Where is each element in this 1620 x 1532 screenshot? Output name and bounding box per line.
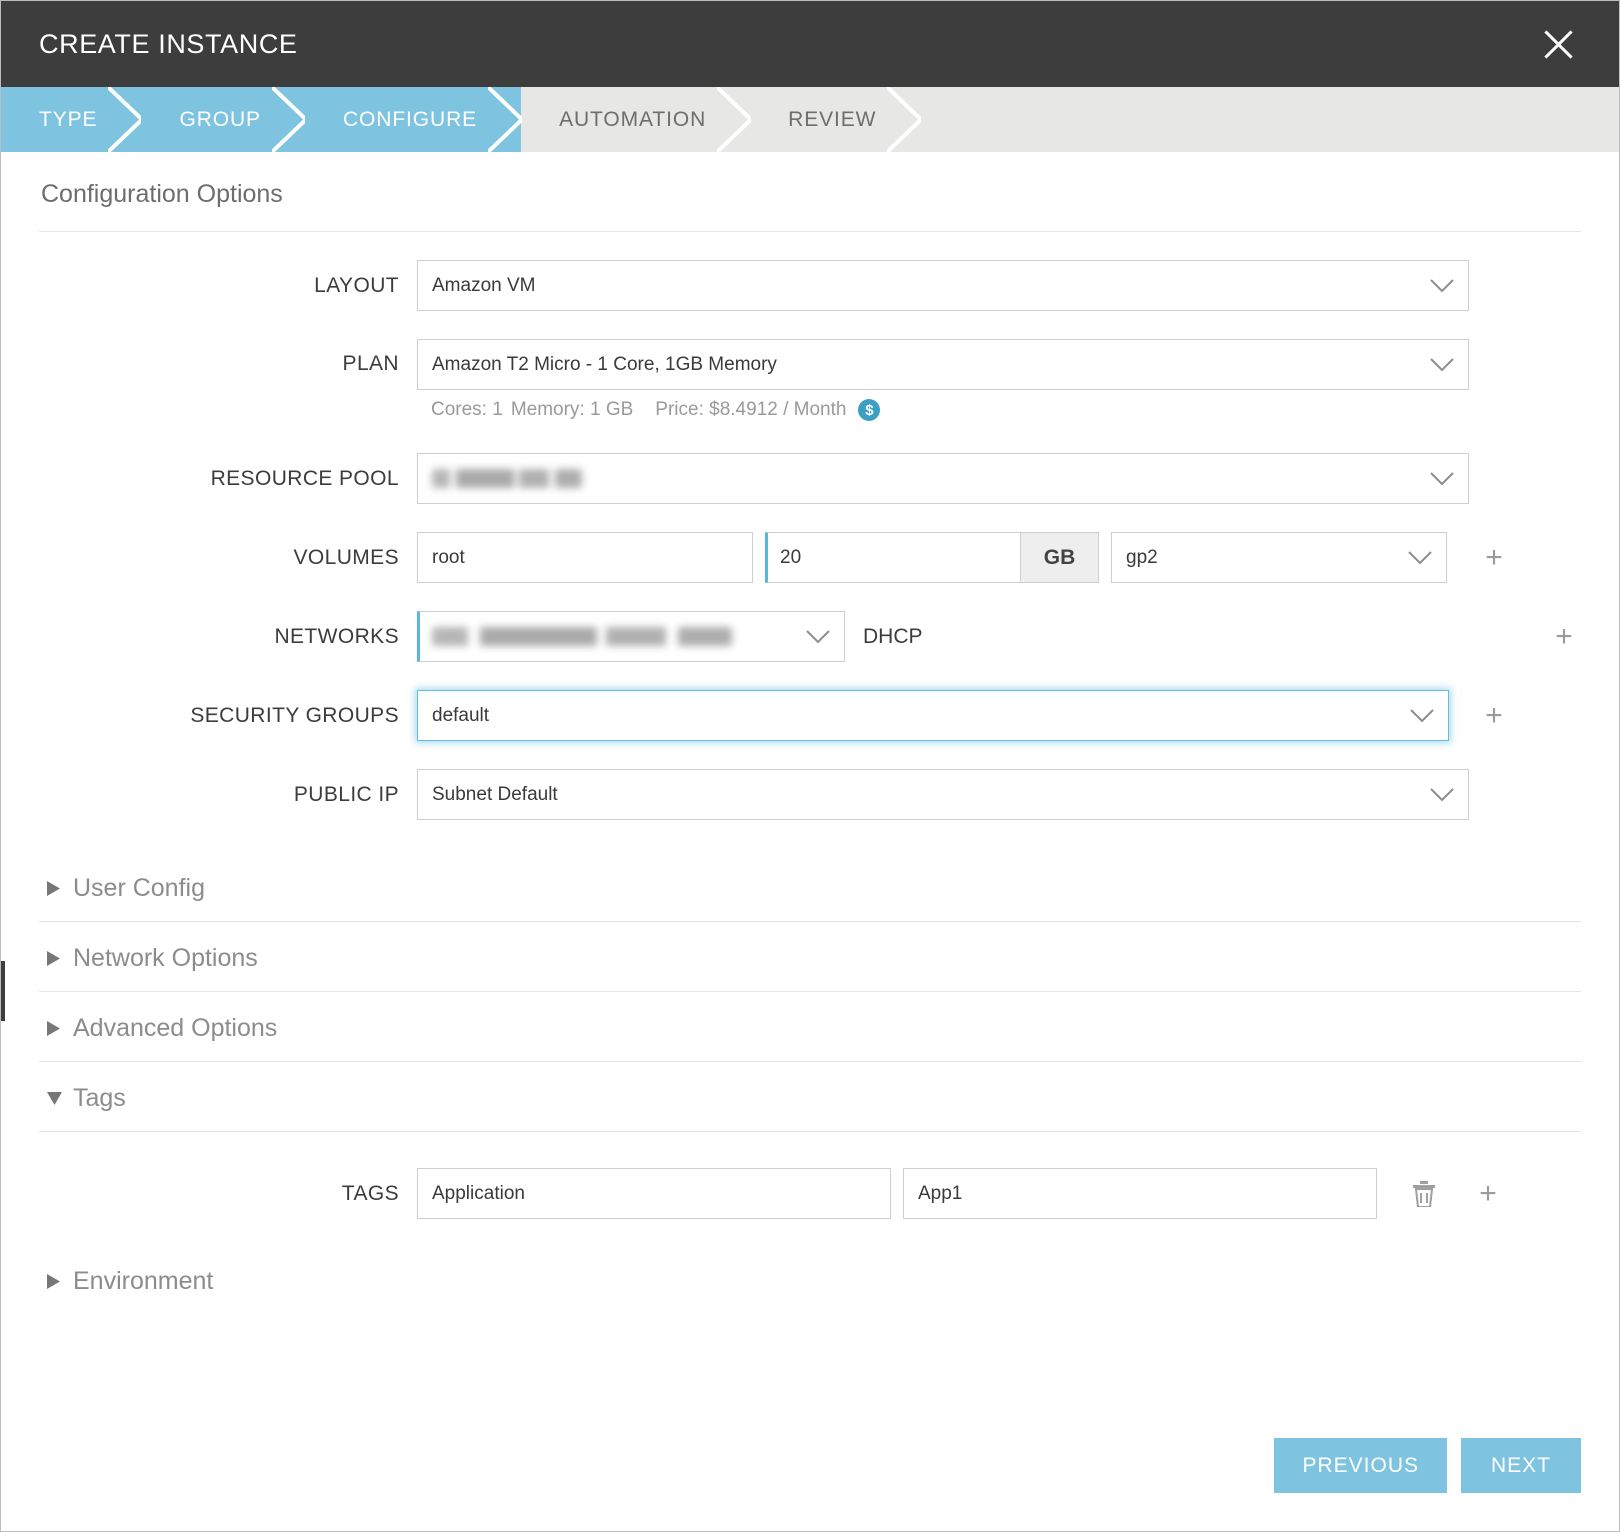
modal-footer: PREVIOUS NEXT — [1274, 1438, 1581, 1493]
step-divider-arrow — [887, 87, 921, 152]
resource-pool-label: RESOURCE POOL — [39, 467, 417, 491]
row-plan: PLAN Amazon T2 Micro - 1 Core, 1GB Memor… — [39, 339, 1581, 421]
row-layout: LAYOUT Amazon VM — [39, 260, 1581, 311]
section-advanced-options-label: Advanced Options — [73, 1014, 277, 1043]
tag-key-value: Application — [432, 1183, 525, 1205]
wizard-steps: TYPE GROUP CONFIGURE — [1, 87, 1619, 152]
tags-body: TAGS Application App1 — [39, 1132, 1581, 1219]
step-review[interactable]: REVIEW — [750, 87, 920, 152]
section-title: Configuration Options — [39, 152, 1581, 232]
step-group-label: GROUP — [179, 108, 261, 132]
chevron-down-icon — [1430, 788, 1454, 802]
network-value — [432, 627, 732, 646]
chevron-down-icon — [1430, 358, 1454, 372]
section-user-config-label: User Config — [73, 874, 205, 903]
chevron-down-icon — [1430, 472, 1454, 486]
plan-meta-cores: Cores: 1 — [431, 399, 503, 421]
network-select[interactable] — [417, 611, 845, 662]
section-environment[interactable]: Environment — [39, 1245, 1581, 1314]
modal-body: Configuration Options LAYOUT Amazon VM P… — [1, 152, 1619, 1532]
add-network-button[interactable]: + — [1547, 622, 1581, 652]
chevron-down-icon — [1410, 709, 1434, 723]
step-configure-label: CONFIGURE — [343, 108, 477, 132]
volume-size-value: 20 — [780, 547, 801, 569]
row-tags: TAGS Application App1 — [39, 1168, 1581, 1219]
security-groups-label: SECURITY GROUPS — [39, 704, 417, 728]
public-ip-select[interactable]: Subnet Default — [417, 769, 1469, 820]
close-icon[interactable] — [1535, 21, 1581, 67]
layout-label: LAYOUT — [39, 274, 417, 298]
chevron-right-icon — [47, 1274, 73, 1289]
section-tags-label: Tags — [73, 1084, 126, 1113]
networks-label: NETWORKS — [39, 625, 417, 649]
chevron-right-icon — [47, 881, 73, 896]
step-type[interactable]: TYPE — [1, 87, 141, 152]
section-environment-label: Environment — [73, 1267, 213, 1296]
volume-size-input[interactable]: 20 — [765, 532, 1021, 583]
previous-button[interactable]: PREVIOUS — [1274, 1438, 1447, 1493]
add-volume-button[interactable]: + — [1477, 543, 1511, 573]
volumes-label: VOLUMES — [39, 546, 417, 570]
step-divider-arrow — [488, 87, 522, 152]
resource-pool-select[interactable] — [417, 453, 1469, 504]
plan-value: Amazon T2 Micro - 1 Core, 1GB Memory — [432, 354, 777, 376]
network-dhcp-label: DHCP — [863, 625, 923, 649]
plan-select[interactable]: Amazon T2 Micro - 1 Core, 1GB Memory — [417, 339, 1469, 390]
step-automation[interactable]: AUTOMATION — [521, 87, 750, 152]
chevron-down-icon — [47, 1092, 73, 1105]
section-user-config[interactable]: User Config — [39, 852, 1581, 922]
modal-header: CREATE INSTANCE — [1, 1, 1619, 87]
section-network-options-label: Network Options — [73, 944, 258, 973]
plan-meta-memory: Memory: 1 GB — [511, 399, 633, 421]
add-security-group-button[interactable]: + — [1477, 701, 1511, 731]
security-groups-select[interactable]: default — [417, 690, 1449, 741]
public-ip-label: PUBLIC IP — [39, 783, 417, 807]
chevron-down-icon — [806, 630, 830, 644]
volume-type-value: gp2 — [1126, 547, 1158, 569]
layout-select[interactable]: Amazon VM — [417, 260, 1469, 311]
chevron-down-icon — [1430, 279, 1454, 293]
plan-meta-price: Price: $8.4912 / Month — [655, 399, 846, 421]
chevron-right-icon — [47, 1021, 73, 1036]
plan-label: PLAN — [39, 339, 417, 376]
row-resource-pool: RESOURCE POOL — [39, 453, 1581, 504]
volume-name-value: root — [432, 547, 465, 569]
row-volumes: VOLUMES root 20 GB gp2 + — [39, 532, 1581, 583]
section-tags[interactable]: Tags — [39, 1062, 1581, 1132]
step-group[interactable]: GROUP — [141, 87, 305, 152]
row-networks: NETWORKS DHCP + — [39, 611, 1581, 662]
next-button[interactable]: NEXT — [1461, 1438, 1581, 1493]
step-divider-arrow — [272, 87, 306, 152]
volume-type-select[interactable]: gp2 — [1111, 532, 1447, 583]
layout-value: Amazon VM — [432, 275, 535, 297]
row-public-ip: PUBLIC IP Subnet Default — [39, 769, 1581, 820]
section-advanced-options[interactable]: Advanced Options — [39, 992, 1581, 1062]
tag-value-value: App1 — [918, 1183, 962, 1205]
step-automation-label: AUTOMATION — [559, 108, 706, 132]
step-divider-arrow — [717, 87, 751, 152]
section-network-options[interactable]: Network Options — [39, 922, 1581, 992]
step-review-label: REVIEW — [788, 108, 876, 132]
volume-name-input[interactable]: root — [417, 532, 753, 583]
add-tag-button[interactable]: + — [1471, 1179, 1505, 1209]
step-type-label: TYPE — [39, 108, 97, 132]
page-title: CREATE INSTANCE — [39, 29, 298, 60]
row-security-groups: SECURITY GROUPS default + — [39, 690, 1581, 741]
tag-key-input[interactable]: Application — [417, 1168, 891, 1219]
chevron-right-icon — [47, 951, 73, 966]
create-instance-modal: CREATE INSTANCE TYPE GROUP CONFIGU — [0, 0, 1620, 1532]
price-info-icon[interactable]: $ — [858, 399, 880, 421]
step-configure[interactable]: CONFIGURE — [305, 87, 521, 152]
tags-label: TAGS — [39, 1182, 417, 1206]
step-divider-arrow — [108, 87, 142, 152]
chevron-down-icon — [1408, 551, 1432, 565]
tag-value-input[interactable]: App1 — [903, 1168, 1377, 1219]
delete-tag-button[interactable] — [1407, 1181, 1441, 1207]
volume-size-unit: GB — [1021, 532, 1099, 583]
plan-meta: Cores: 1 Memory: 1 GB Price: $8.4912 / M… — [417, 399, 880, 421]
security-groups-value: default — [432, 705, 489, 727]
resource-pool-value — [432, 469, 582, 488]
public-ip-value: Subnet Default — [432, 784, 558, 806]
